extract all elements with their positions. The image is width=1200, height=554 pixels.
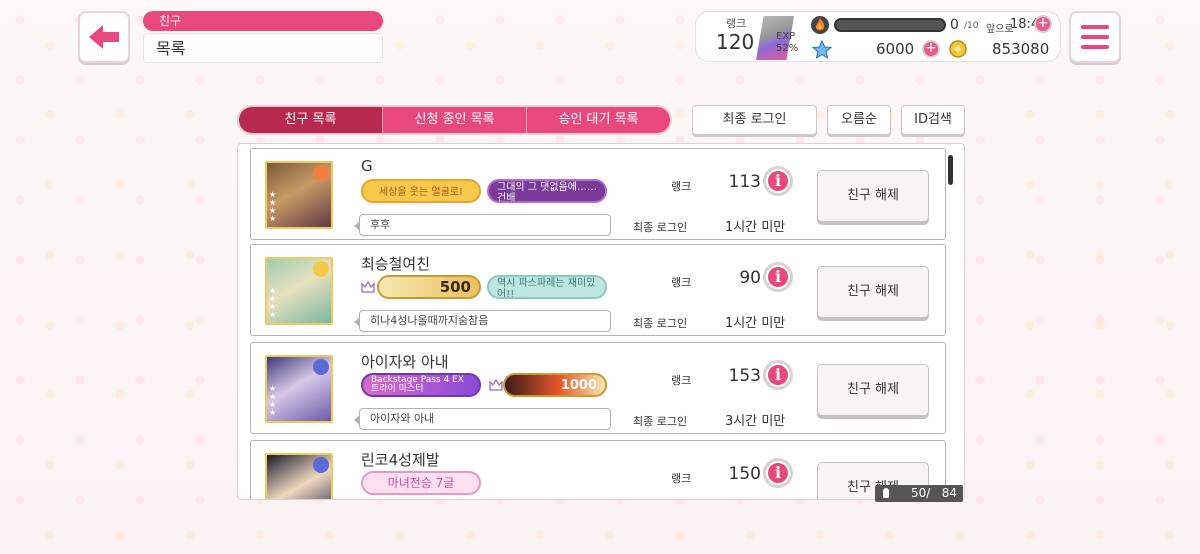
friend-rank-value: 90: [739, 268, 761, 288]
title-badge: 500: [377, 275, 481, 299]
player-rank-label: 랭크: [726, 17, 747, 30]
tab-pending-requests[interactable]: 신청 중인 목록: [382, 107, 526, 133]
last-login-label: 최종 로그인: [633, 221, 688, 234]
friend-avatar[interactable]: ★ ★ ★ ★: [265, 257, 333, 325]
friend-name: 최승철여친: [361, 255, 431, 273]
last-login-value: 1시간 미만: [725, 220, 786, 235]
friend-rank-value: 153: [728, 366, 761, 386]
id-search-button[interactable]: ID검색: [901, 105, 965, 135]
crown-icon: [489, 379, 503, 391]
friend-comment: 히나4성나올때까지숨참음: [354, 310, 611, 332]
page-title: 목록: [143, 33, 383, 63]
tab-friend-list[interactable]: 친구 목록: [239, 107, 382, 133]
rarity-stars-icon: ★ ★ ★ ★: [269, 286, 277, 319]
friend-avatar[interactable]: ★ ★ ★ ★: [265, 161, 333, 229]
friend-rank-label: 랭크: [671, 276, 692, 289]
attribute-icon: [313, 165, 329, 181]
title-badge: 1000: [503, 373, 607, 397]
last-login-value: 1시간 미만: [725, 316, 786, 331]
friend-row[interactable]: ★ ★ ★ ★ G 세상을 웃는 얼굴로! 그대의 그 댓없음에…… 건배 후후 랭크…: [250, 148, 946, 240]
list-scrollbar[interactable]: [948, 155, 953, 185]
friend-row[interactable]: ★ ★ ★ ★ 최승철여친 500 역시 파스파레는 재미있어!! 히나4성나올때까지…: [250, 244, 946, 336]
title-badge: 세상을 웃는 얼굴로!: [361, 179, 481, 203]
player-rank-value: 120: [716, 30, 755, 54]
info-icon: i: [768, 267, 788, 287]
friend-count-current: 50/: [910, 486, 931, 500]
friend-comment: 후후: [354, 214, 611, 236]
friend-count-max: 84: [941, 486, 957, 500]
unfriend-button[interactable]: 친구 해제: [817, 364, 929, 416]
friend-rank-label: 랭크: [671, 180, 692, 193]
exp-label: EXP: [776, 31, 796, 42]
tab-awaiting-approval[interactable]: 승인 대기 목록: [526, 107, 670, 133]
live-boost-row: 0 /10 앞으로 18:49 +: [810, 15, 1054, 35]
back-button[interactable]: [78, 11, 130, 63]
page-category: 친구: [143, 11, 383, 31]
back-arrow-icon: [89, 25, 119, 49]
add-stars-button[interactable]: +: [922, 40, 940, 58]
attribute-icon: [313, 457, 329, 473]
title-badge: Backstage Pass 4 EX 트라이 마스터: [361, 373, 481, 397]
rarity-stars-icon: ★ ★ ★ ★: [269, 190, 277, 223]
title-badge: 그대의 그 댓없음에…… 건배: [487, 179, 607, 203]
title-badge: 역시 파스파레는 재미있어!!: [487, 275, 607, 299]
friend-rank-label: 랭크: [671, 472, 692, 485]
add-live-boost-button[interactable]: +: [1034, 15, 1052, 33]
friend-comment: 아이자와 아내: [354, 408, 611, 430]
menu-icon: [1081, 25, 1109, 29]
friend-info-button[interactable]: i: [763, 360, 793, 390]
exp-percent: 52%: [776, 43, 799, 54]
info-icon: i: [768, 463, 788, 483]
live-boost-bar: [834, 18, 946, 32]
page-header: 친구 목록: [143, 11, 383, 63]
friend-name: 아이자와 아내: [361, 353, 449, 371]
friend-row[interactable]: ★ ★ ★ ★ 아이자와 아내 Backstage Pass 4 EX 트라이 마스터…: [250, 342, 946, 434]
last-login-label: 최종 로그인: [633, 415, 688, 428]
coin-count: 853080: [992, 40, 1050, 58]
star-gem-icon: [812, 40, 832, 60]
attribute-icon: [313, 359, 329, 375]
friend-row[interactable]: 린코4성제발 마녀전승 7글 랭크 150 i 친구 해제: [250, 440, 946, 499]
status-panel: 랭크 120 EXP 52% 0 /10 앞으로 18:49 + 6000 + …: [695, 11, 1061, 62]
unfriend-button[interactable]: 친구 해제: [817, 170, 929, 222]
friend-info-button[interactable]: i: [763, 166, 793, 196]
friend-avatar[interactable]: [265, 453, 333, 499]
friend-rank-value: 113: [728, 172, 761, 192]
live-boost-max: /10: [964, 21, 979, 31]
menu-button[interactable]: [1069, 11, 1121, 63]
attribute-icon: [313, 261, 329, 277]
friend-rank-value: 150: [728, 464, 761, 484]
person-icon: [883, 488, 889, 498]
friend-info-button[interactable]: i: [763, 262, 793, 292]
friend-tabs: 친구 목록 신청 중인 목록 승인 대기 목록: [237, 105, 672, 135]
last-login-label: 최종 로그인: [633, 317, 688, 330]
sort-order-button[interactable]: 오름순: [827, 105, 891, 135]
friend-info-button[interactable]: i: [763, 458, 793, 488]
sort-by-button[interactable]: 최종 로그인: [692, 105, 817, 135]
friend-name: G: [361, 157, 373, 175]
friend-rank-label: 랭크: [671, 374, 692, 387]
info-icon: i: [768, 365, 788, 385]
star-count: 6000: [876, 40, 915, 58]
unfriend-button[interactable]: 친구 해제: [817, 266, 929, 318]
friend-name: 린코4성제발: [361, 451, 440, 469]
live-boost-count: 0: [950, 17, 959, 33]
info-icon: i: [768, 171, 788, 191]
friend-counter: 50/ 84: [875, 485, 963, 502]
rarity-stars-icon: ★ ★ ★ ★: [269, 384, 277, 417]
friend-avatar[interactable]: ★ ★ ★ ★: [265, 355, 333, 423]
coin-icon: [949, 40, 967, 58]
crown-icon: [361, 281, 375, 293]
flame-icon: [811, 16, 829, 34]
friend-list[interactable]: ★ ★ ★ ★ G 세상을 웃는 얼굴로! 그대의 그 댓없음에…… 건배 후후 랭크…: [237, 143, 965, 500]
title-badge: 마녀전승 7글: [361, 471, 481, 495]
last-login-value: 3시간 미만: [725, 414, 786, 429]
